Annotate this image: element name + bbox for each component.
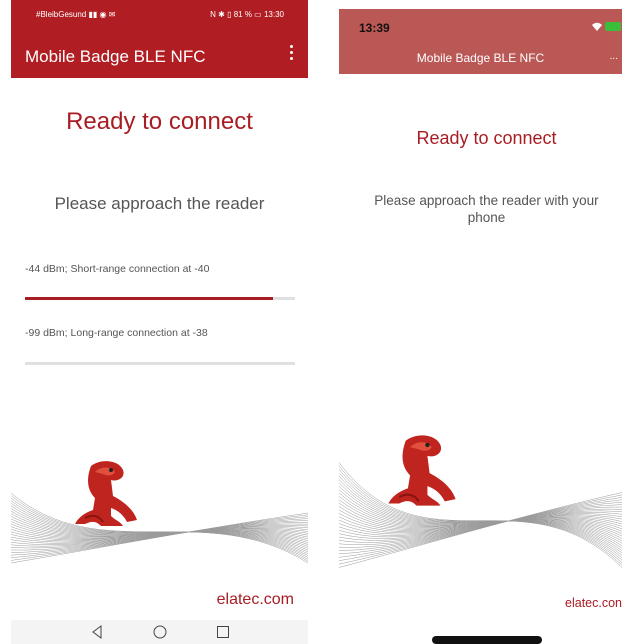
signal-icon: ▮▮ [88, 10, 98, 19]
elatec-link[interactable]: elatec.com [217, 591, 294, 609]
back-icon[interactable] [89, 624, 105, 640]
wifi-icon: ◉ [99, 10, 107, 19]
approach-text: Please approach the reader [54, 194, 265, 213]
mail-icon: ✉ [108, 10, 116, 19]
app-title: Mobile Badge BLE NFC [25, 47, 206, 66]
ios-elatec-link[interactable]: elatec.con [565, 596, 622, 610]
lizard-mascot-image [75, 461, 137, 526]
ready-heading: Ready to connect [66, 108, 253, 135]
recents-icon[interactable] [215, 624, 231, 640]
bluetooth-icon: ✱ [218, 10, 225, 19]
nfc-icon: N [210, 10, 216, 19]
status-carrier: #BleibGesund ▮▮ ◉ ✉ [36, 10, 116, 19]
ios-lizard-mascot-image [388, 435, 456, 506]
more-icon[interactable]: ... [610, 51, 618, 62]
ios-approach-text: Please approach the reader with your pho… [374, 193, 599, 225]
ios-ready-heading: Ready to connect [416, 128, 557, 148]
short-range-progress-fill [25, 297, 274, 300]
short-range-label: -44 dBm; Short-range connection at -40 [25, 263, 210, 275]
battery-icon: ▭ [254, 10, 262, 19]
ios-screen: 13:39 Mobile Badge BLE NFC ... Ready to … [339, 0, 622, 644]
long-range-progress [25, 362, 295, 365]
battery-icon [605, 22, 621, 31]
home-icon[interactable] [152, 624, 168, 640]
status-time: 13:39 [359, 21, 390, 35]
android-app-bar: Mobile Badge BLE NFC [11, 30, 308, 78]
android-nav-bar [11, 620, 308, 644]
status-right: N ✱ ▯ 81 % ▭ 13:30 [210, 10, 284, 19]
long-range-label: -99 dBm; Long-range connection at -38 [25, 327, 208, 339]
home-indicator[interactable] [432, 636, 542, 644]
wave-graphic [11, 492, 308, 564]
overflow-menu-icon[interactable] [290, 45, 294, 63]
wifi-icon [592, 22, 602, 31]
ios-app-title: Mobile Badge BLE NFC [416, 51, 545, 65]
android-screen: #BleibGesund ▮▮ ◉ ✉ N ✱ ▯ 81 % ▭ 13:30 M… [11, 0, 308, 644]
vibrate-icon: ▯ [227, 10, 232, 19]
ios-header: 13:39 Mobile Badge BLE NFC ... [339, 9, 622, 74]
android-status-bar: #BleibGesund ▮▮ ◉ ✉ N ✱ ▯ 81 % ▭ 13:30 [11, 0, 308, 30]
short-range-progress [25, 297, 295, 300]
